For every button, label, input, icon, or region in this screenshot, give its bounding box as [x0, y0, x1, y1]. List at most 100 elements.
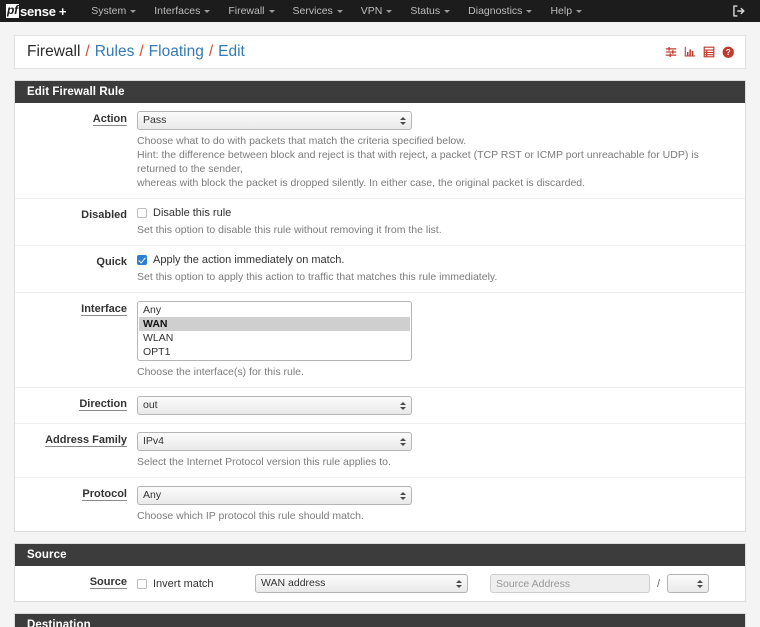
navbar-menu: System Interfaces Firewall Services VPN … — [82, 0, 591, 22]
edit-rule-body: Action Pass Choose what to do with packe… — [15, 103, 745, 531]
direction-select[interactable]: out — [137, 396, 412, 415]
control-address-family: IPv4 Select the Internet Protocol versio… — [137, 432, 745, 469]
help-circle-icon[interactable]: ? — [722, 46, 735, 59]
nav-item-label: Help — [550, 5, 573, 17]
source-invert-match-checkbox[interactable] — [137, 578, 147, 589]
navbar-right — [732, 0, 760, 22]
source-row: Invert match WAN address / — [137, 574, 731, 593]
help-disabled: Set this option to disable this rule wit… — [137, 223, 731, 237]
help-address-family-text: Select the Internet Protocol version thi… — [137, 456, 391, 468]
interface-option-opt1[interactable]: OPT1 — [139, 345, 410, 359]
interface-multiselect[interactable]: Any WAN WLAN OPT1 — [137, 301, 412, 361]
label-protocol-text: Protocol — [82, 488, 127, 501]
breadcrumb-card: Firewall / Rules / Floating / Edit ? — [14, 35, 746, 69]
panel-title-source: Source — [15, 544, 745, 566]
nav-item-services[interactable]: Services — [284, 0, 352, 22]
interface-option-wlan[interactable]: WLAN — [139, 331, 410, 345]
breadcrumb-link-rules[interactable]: Rules — [95, 43, 135, 61]
interface-option-wan[interactable]: WAN — [139, 317, 410, 331]
source-type-select[interactable]: WAN address — [255, 574, 468, 593]
quick-apply-checkbox-label[interactable]: Apply the action immediately on match. — [153, 254, 344, 266]
source-address-input[interactable] — [490, 574, 650, 593]
protocol-select[interactable]: Any — [137, 486, 412, 505]
label-action: Action — [15, 111, 137, 190]
label-source-text: Source — [89, 576, 127, 589]
label-action-text: Action — [92, 113, 127, 126]
nav-item-firewall[interactable]: Firewall — [219, 0, 283, 22]
form-group-protocol: Protocol Any Choose which IP protocol th… — [15, 478, 745, 531]
help-action-line3: whereas with block the packet is dropped… — [137, 177, 586, 189]
chevron-down-icon — [336, 9, 343, 13]
nav-item-status[interactable]: Status — [401, 0, 459, 22]
nav-item-vpn[interactable]: VPN — [352, 0, 402, 22]
control-protocol: Any Choose which IP protocol this rule s… — [137, 486, 745, 523]
nav-item-label: System — [91, 5, 127, 17]
breadcrumb-separator: / — [139, 43, 144, 60]
nav-item-system[interactable]: System — [82, 0, 145, 22]
action-select-value: Pass — [143, 114, 167, 126]
control-direction: out — [137, 396, 745, 415]
label-disabled: Disabled — [15, 207, 137, 237]
breadcrumb: Firewall / Rules / Floating / Edit — [27, 43, 245, 61]
interface-option-any[interactable]: Any — [139, 303, 410, 317]
breadcrumb-link-floating[interactable]: Floating — [149, 43, 204, 61]
nav-item-label: Services — [292, 5, 333, 17]
select-arrows-icon — [400, 437, 406, 446]
form-group-source: Source Invert match WAN address / — [15, 566, 745, 601]
address-family-select[interactable]: IPv4 — [137, 432, 412, 451]
brand-logo-link[interactable]: pf sense + — [0, 0, 74, 22]
label-direction-text: Direction — [79, 398, 127, 411]
source-invert-checkbox-row[interactable]: Invert match — [137, 578, 255, 590]
chevron-down-icon — [444, 9, 451, 13]
disabled-checkbox-row[interactable]: Disable this rule — [137, 207, 731, 219]
help-action-line1: Choose what to do with packets that matc… — [137, 135, 467, 147]
breadcrumb-link-edit[interactable]: Edit — [218, 43, 245, 61]
label-address-family-text: Address Family — [45, 434, 127, 447]
label-address-family: Address Family — [15, 432, 137, 469]
label-quick-text: Quick — [96, 256, 127, 268]
breadcrumb-separator: / — [208, 43, 214, 60]
nav-item-diagnostics[interactable]: Diagnostics — [459, 0, 541, 22]
breadcrumb-root: Firewall — [27, 43, 81, 60]
chevron-down-icon — [576, 9, 583, 13]
label-disabled-text: Disabled — [81, 209, 127, 221]
bar-chart-icon[interactable] — [684, 46, 696, 58]
sliders-icon[interactable] — [665, 46, 677, 58]
nav-item-help[interactable]: Help — [541, 0, 591, 22]
nav-item-label: Status — [410, 5, 441, 17]
nav-item-label: Interfaces — [154, 5, 201, 17]
help-address-family: Select the Internet Protocol version thi… — [137, 455, 731, 469]
source-panel: Source Source Invert match WAN address S… — [14, 543, 746, 602]
svg-text:?: ? — [725, 48, 730, 57]
breadcrumb-separator: / — [85, 43, 90, 60]
label-source: Source — [15, 574, 137, 593]
select-arrows-icon — [400, 116, 406, 125]
panel-title-destination: Destination — [15, 614, 745, 627]
chevron-down-icon — [386, 9, 393, 13]
help-quick-text: Set this option to apply this action to … — [137, 271, 498, 283]
quick-apply-checkbox[interactable] — [137, 255, 147, 265]
nav-item-label: VPN — [360, 5, 383, 17]
help-interface-text: Choose the interface(s) for this rule. — [137, 366, 304, 378]
direction-select-value: out — [143, 399, 158, 411]
nav-item-interfaces[interactable]: Interfaces — [145, 0, 219, 22]
select-arrows-icon — [456, 579, 462, 588]
help-disabled-text: Set this option to disable this rule wit… — [137, 224, 442, 236]
sign-out-icon[interactable] — [732, 4, 746, 18]
protocol-select-value: Any — [143, 489, 162, 501]
chevron-down-icon — [204, 9, 211, 13]
brand-plus-text: + — [58, 3, 67, 19]
disable-rule-checkbox-label[interactable]: Disable this rule — [153, 207, 231, 219]
select-arrows-icon — [400, 491, 406, 500]
source-mask-select[interactable] — [667, 574, 710, 593]
source-invert-match-label[interactable]: Invert match — [153, 578, 214, 590]
chevron-down-icon — [268, 9, 275, 13]
control-interface: Any WAN WLAN OPT1 Choose the interface(s… — [137, 301, 745, 379]
form-group-address-family: Address Family IPv4 Select the Internet … — [15, 424, 745, 478]
label-protocol: Protocol — [15, 486, 137, 523]
action-select[interactable]: Pass — [137, 111, 412, 130]
quick-checkbox-row[interactable]: Apply the action immediately on match. — [137, 254, 731, 266]
disable-rule-checkbox[interactable] — [137, 208, 147, 218]
source-body: Source Invert match WAN address / — [15, 566, 745, 601]
list-table-icon[interactable] — [703, 46, 715, 58]
